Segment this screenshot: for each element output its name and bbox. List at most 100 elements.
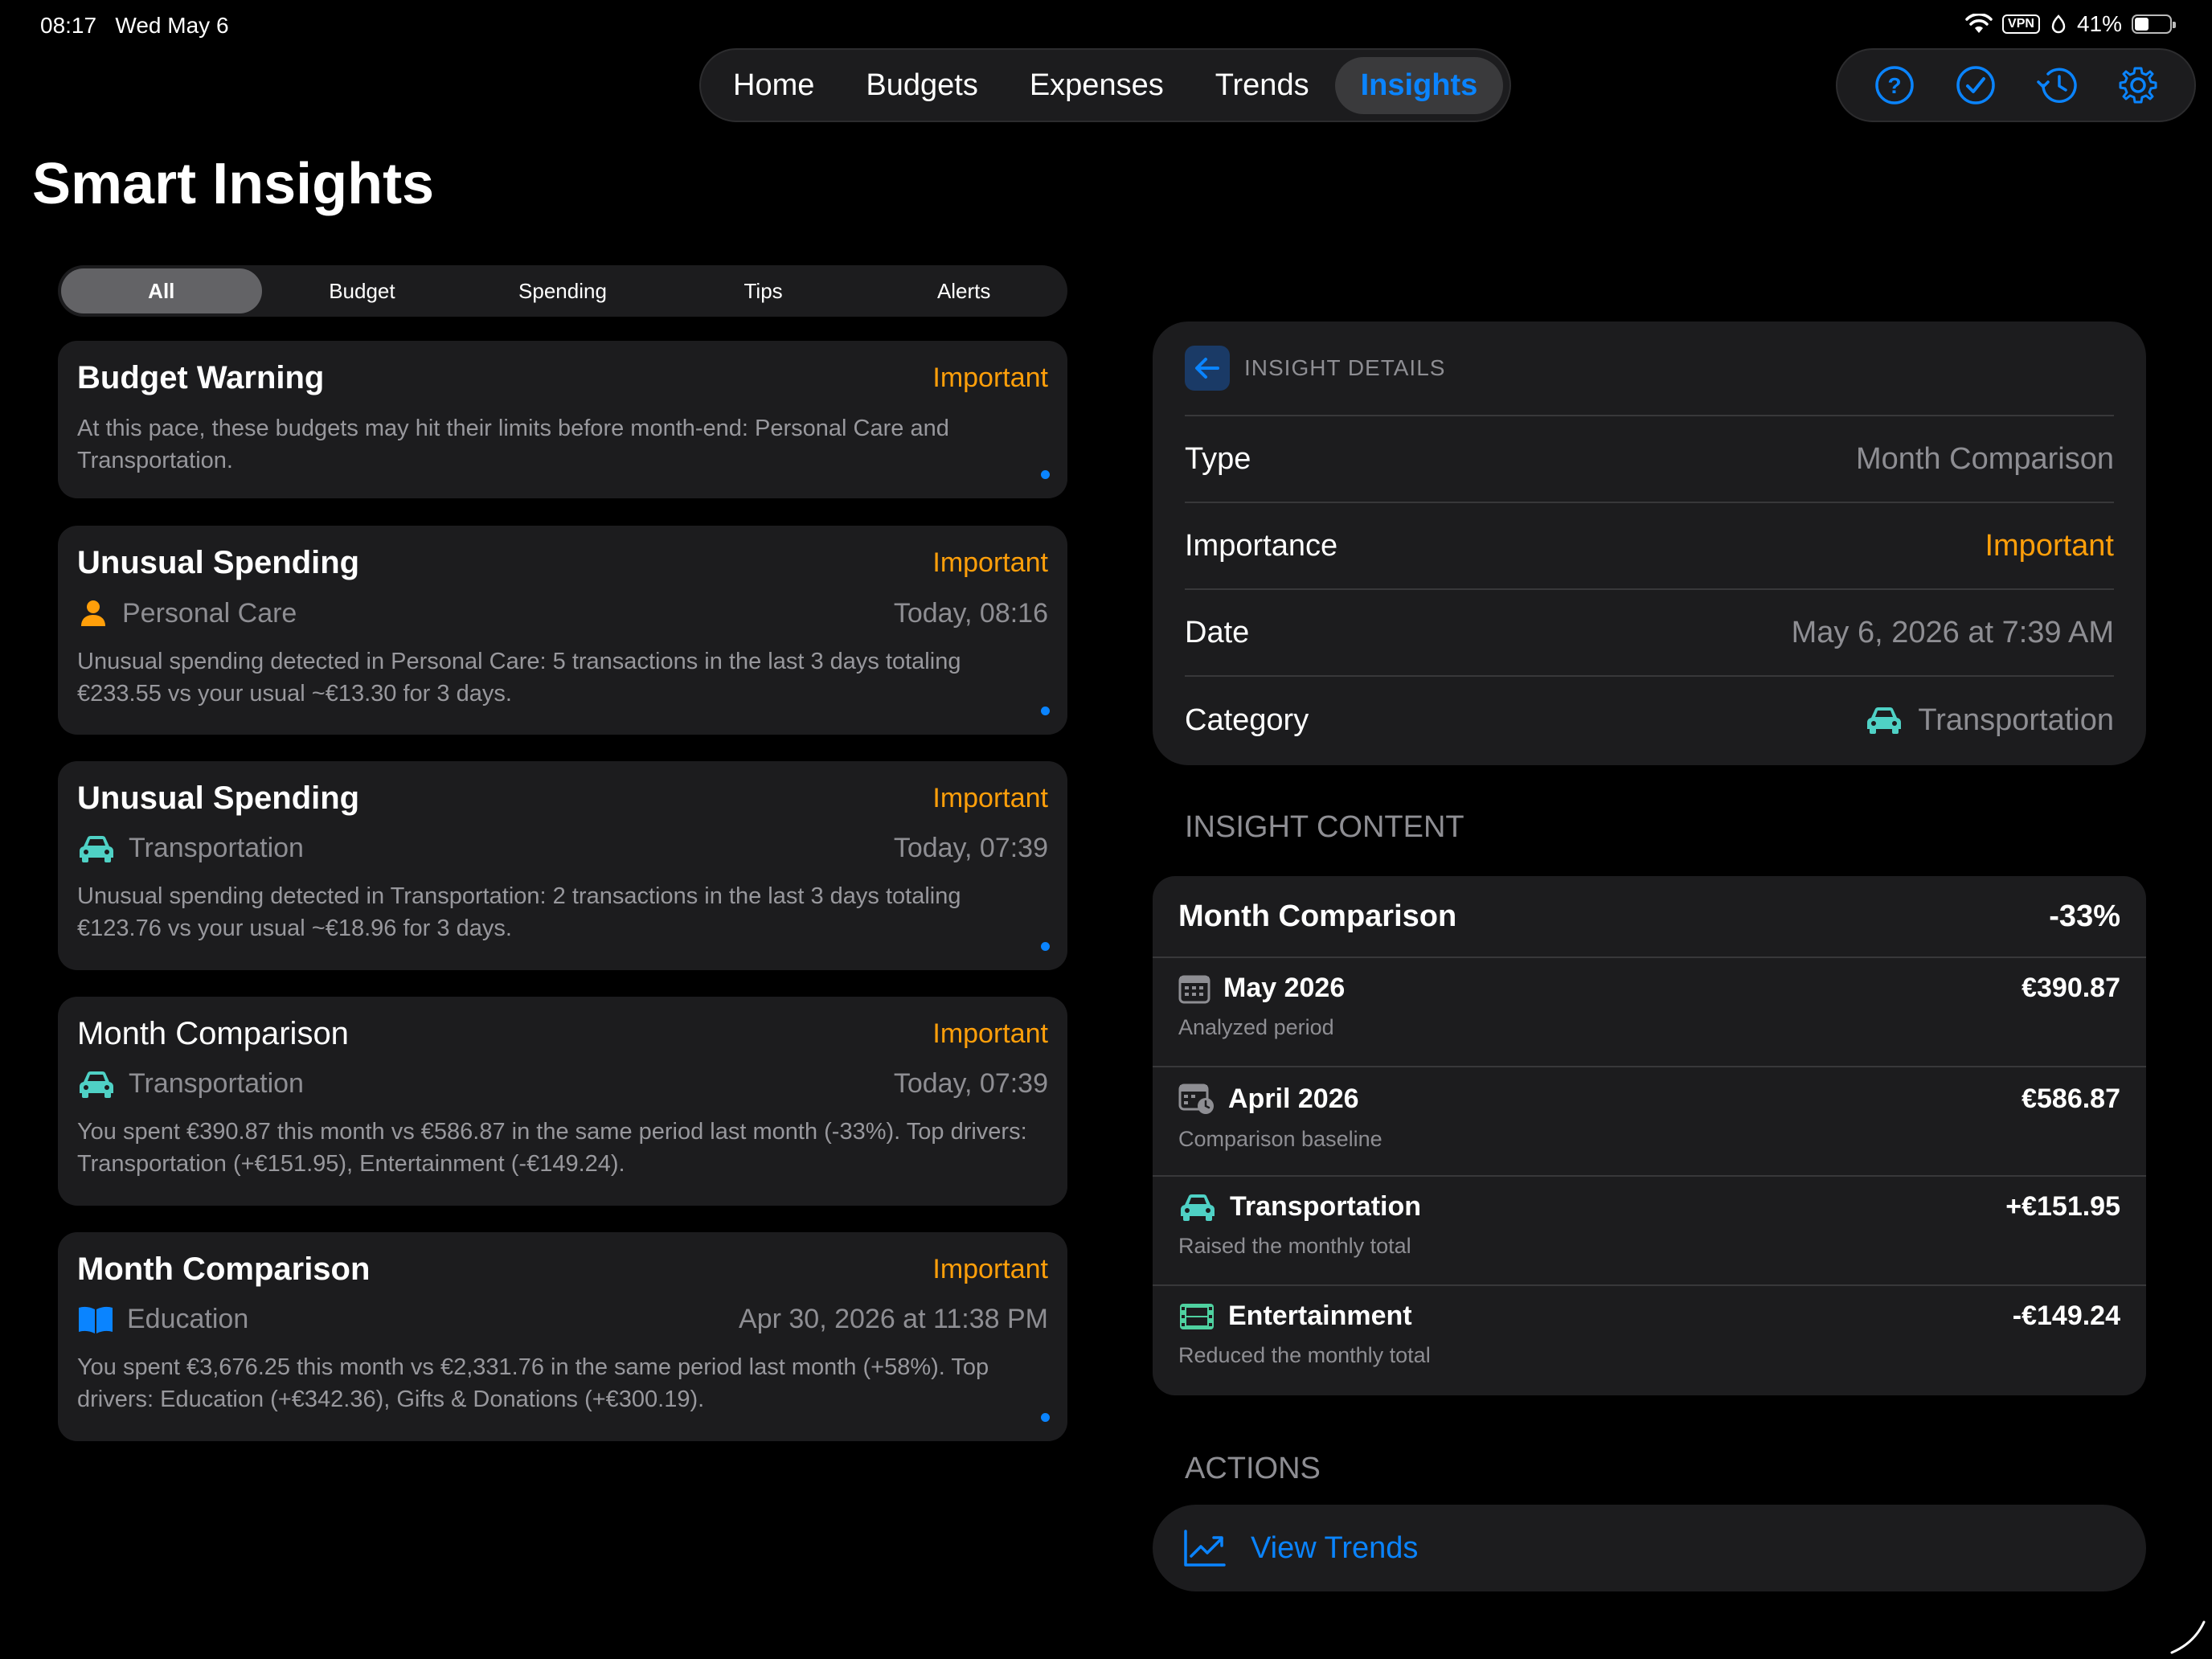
tab-budgets[interactable]: Budgets xyxy=(840,57,1003,114)
book-icon xyxy=(79,1306,113,1333)
settings-button[interactable] xyxy=(2112,59,2164,111)
insight-title: Month Comparison xyxy=(77,1251,371,1287)
insight-title: Month Comparison xyxy=(77,1016,349,1051)
content-row-amount: €390.87 xyxy=(2022,973,2120,1003)
insight-card[interactable]: Budget Warning Important At this pace, t… xyxy=(58,341,1067,498)
detail-key: Date xyxy=(1185,615,1250,649)
detail-value: May 6, 2026 at 7:39 AM xyxy=(1791,615,2114,649)
insight-category: Education xyxy=(127,1304,249,1334)
detail-row-importance: Importance Important xyxy=(1185,503,2114,590)
car-icon xyxy=(1867,707,1902,734)
actions-heading: ACTIONS xyxy=(1185,1452,1321,1485)
content-row-subtitle: Comparison baseline xyxy=(1178,1127,1382,1151)
detail-row-category: Category Transportation xyxy=(1185,677,2114,764)
back-button[interactable] xyxy=(1185,346,1230,391)
view-trends-button[interactable]: View Trends xyxy=(1153,1505,2146,1591)
car-icon xyxy=(1181,1194,1215,1221)
filter-budget[interactable]: Budget xyxy=(262,268,463,313)
status-date: Wed May 6 xyxy=(115,13,229,38)
filter-alerts[interactable]: Alerts xyxy=(863,268,1064,313)
insight-card[interactable]: Month Comparison Important Transportatio… xyxy=(58,997,1067,1206)
insight-category: Transportation xyxy=(129,1068,304,1099)
checkmark-circle-icon xyxy=(1956,66,1995,104)
insight-details-panel: INSIGHT DETAILS Type Month Comparison Im… xyxy=(1153,322,2146,765)
help-icon: ? xyxy=(1874,66,1914,104)
filter-tips[interactable]: Tips xyxy=(663,268,864,313)
status-indicators: VPN 41% xyxy=(1965,11,2176,37)
history-button[interactable] xyxy=(2031,59,2083,111)
battery-tip xyxy=(2173,22,2176,28)
content-row-title: April 2026 xyxy=(1228,1083,1359,1114)
detail-value: Month Comparison xyxy=(1855,441,2114,476)
page-title: Smart Insights xyxy=(32,152,435,216)
tab-home[interactable]: Home xyxy=(707,57,840,114)
content-title: Month Comparison xyxy=(1178,899,1457,933)
content-row: Entertainment -€149.24 Reduced the month… xyxy=(1153,1286,2146,1395)
content-row-amount: +€151.95 xyxy=(2005,1191,2120,1222)
tab-expenses[interactable]: Expenses xyxy=(1004,57,1190,114)
toolbar: ? xyxy=(1836,48,2196,122)
insight-body: You spent €3,676.25 this month vs €2,331… xyxy=(77,1354,989,1412)
wifi-icon xyxy=(1965,14,1993,33)
content-row-title: Transportation xyxy=(1230,1191,1422,1222)
details-header: INSIGHT DETAILS xyxy=(1185,322,2114,416)
help-button[interactable]: ? xyxy=(1869,59,1920,111)
insight-title: Unusual Spending xyxy=(77,545,360,580)
insight-card[interactable]: Unusual Spending Important Personal Care… xyxy=(58,526,1067,735)
detail-value: Important xyxy=(1985,528,2114,563)
mark-all-read-button[interactable] xyxy=(1950,59,2001,111)
content-row-subtitle: Reduced the monthly total xyxy=(1178,1343,1431,1367)
insight-time: Today, 08:16 xyxy=(893,597,1048,629)
view-trends-label: View Trends xyxy=(1251,1530,1419,1565)
importance-badge: Important xyxy=(932,1018,1048,1049)
content-row-title: May 2026 xyxy=(1223,973,1346,1003)
calendar-icon xyxy=(1178,975,1210,1003)
home-indicator-curve xyxy=(2170,1620,2206,1654)
unread-dot xyxy=(1041,1413,1050,1422)
history-icon xyxy=(2036,68,2077,103)
insight-title: Unusual Spending xyxy=(77,780,360,816)
insight-time: Apr 30, 2026 at 11:38 PM xyxy=(739,1304,1048,1334)
insight-card[interactable]: Unusual Spending Important Transportatio… xyxy=(58,761,1067,970)
car-icon xyxy=(80,1071,113,1098)
content-row-title: Entertainment xyxy=(1228,1301,1412,1331)
category-value: Transportation xyxy=(1918,703,2114,737)
tab-trends[interactable]: Trends xyxy=(1190,57,1335,114)
arrow-left-icon xyxy=(1195,358,1219,379)
unread-dot xyxy=(1041,942,1050,951)
battery-fill xyxy=(2135,18,2149,31)
insight-content-heading: INSIGHT CONTENT xyxy=(1185,810,1464,844)
importance-badge: Important xyxy=(932,363,1048,393)
unread-dot xyxy=(1041,707,1050,715)
unread-dot xyxy=(1041,470,1050,479)
insight-body: Unusual spending detected in Transportat… xyxy=(77,883,961,941)
orientation-lock-icon xyxy=(2051,14,2066,34)
insight-body: Unusual spending detected in Personal Ca… xyxy=(77,649,961,707)
calendar-clock-icon xyxy=(1178,1083,1214,1114)
insight-category: Personal Care xyxy=(122,597,297,629)
content-change: -33% xyxy=(2049,899,2120,933)
status-time-date: 08:17 Wed May 6 xyxy=(40,13,229,39)
filter-all[interactable]: All xyxy=(61,268,262,313)
details-header-label: INSIGHT DETAILS xyxy=(1244,355,1446,380)
vpn-badge: VPN xyxy=(2002,14,2040,34)
film-icon xyxy=(1180,1303,1214,1329)
insight-filter: All Budget Spending Tips Alerts xyxy=(58,265,1067,317)
detail-key: Type xyxy=(1185,441,1251,476)
content-row: April 2026 €586.87 Comparison baseline xyxy=(1153,1067,2146,1177)
filter-spending[interactable]: Spending xyxy=(462,268,663,313)
tab-insights[interactable]: Insights xyxy=(1334,56,1504,114)
content-header: Month Comparison -33% xyxy=(1153,876,2146,958)
car-icon xyxy=(80,835,113,862)
detail-key: Importance xyxy=(1185,528,1338,563)
person-icon xyxy=(81,600,105,626)
insight-category: Transportation xyxy=(129,833,304,863)
detail-row-type: Type Month Comparison xyxy=(1185,416,2114,503)
smart-insights-screen: 08:17 Wed May 6 VPN 41% Home Budgets Exp… xyxy=(0,0,2212,1659)
content-row-amount: €586.87 xyxy=(2022,1083,2120,1114)
svg-text:?: ? xyxy=(1887,73,1901,98)
insight-card[interactable]: Month Comparison Important Education Apr… xyxy=(58,1232,1067,1441)
insight-body: At this pace, these budgets may hit thei… xyxy=(77,416,949,473)
detail-row-date: Date May 6, 2026 at 7:39 AM xyxy=(1185,590,2114,677)
importance-badge: Important xyxy=(932,1254,1048,1284)
